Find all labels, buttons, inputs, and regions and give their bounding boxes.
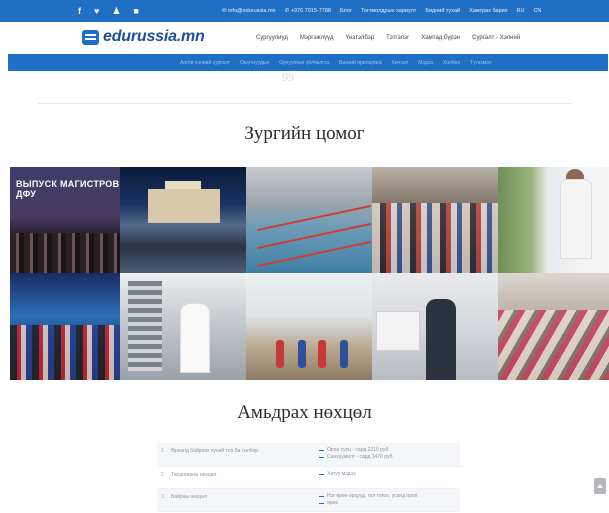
faded-quote: 99 [282, 70, 294, 84]
gallery-photo-swimming-pool[interactable] [246, 167, 372, 273]
group-shape [498, 310, 609, 380]
subnav-item[interactable]: Түгээмэл [470, 60, 491, 66]
player-shape [298, 340, 306, 368]
group-shape [372, 203, 498, 273]
gallery-photo-student-group[interactable] [372, 167, 498, 273]
row-value: Орон сууц - сард 2210 руб. [317, 447, 460, 454]
subnav-item[interactable]: Визний ярилцлага [339, 60, 381, 66]
gallery-title: Зургийн цомог [244, 123, 365, 144]
top-link-faq[interactable]: Тогтмолдрын хариулт [361, 8, 416, 14]
subnav-item[interactable]: Оюутнуудын [240, 60, 269, 66]
top-link-about[interactable]: Бидний тухай [425, 8, 460, 14]
subnav-item[interactable]: Орчуулгын үйлчилгээ [279, 60, 329, 66]
photo-caption: ВЫПУСК МАГИСТРОВ ДФУ [16, 179, 120, 199]
logo[interactable]: edurussia.mn [82, 28, 205, 46]
nav-cooperation[interactable]: Хамтад бүрэн [421, 35, 460, 41]
table-row: 2 Тасалгааны нөхцөл Хатуу мэдээ [157, 467, 460, 489]
gallery-photo-graduation[interactable]: ВЫПУСК МАГИСТРОВ ДФУ [10, 167, 120, 273]
conditions-title: Амьдрах нөхцөл [237, 402, 372, 423]
square-icon[interactable]: ■ [133, 0, 138, 22]
row-value: Нэг өрөө орцууд, гал тогоо, усанд орох [317, 493, 460, 500]
building-shape [148, 189, 220, 223]
subnav-item[interactable]: Англи хэлний сургалт [180, 60, 230, 66]
row-values: Хатуу мэдээ [317, 467, 460, 488]
subnav-item[interactable]: Хичээл [392, 60, 409, 66]
subnav-item[interactable]: Мэдээ [418, 60, 433, 66]
row-label: Тасалгааны нөхцөл [171, 472, 217, 478]
gallery-photo-chemistry-lab[interactable] [372, 273, 498, 380]
nav-language-course[interactable]: Сургалт - Хэлний [472, 35, 520, 41]
gallery-photo-lab-cleanroom[interactable] [120, 273, 246, 380]
divider [38, 103, 571, 104]
person-shape [180, 303, 210, 373]
gallery-photo-student-award[interactable] [498, 167, 609, 273]
photo-gallery: ВЫПУСК МАГИСТРОВ ДФУ [10, 167, 609, 380]
row-value: Хатуу мэдээ [317, 471, 460, 478]
player-shape [318, 340, 326, 368]
gallery-photo-building-night[interactable] [120, 167, 246, 273]
table-row: 3 Байрны нөхцөл Нэг өрөө орцууд, гал тог… [157, 489, 460, 512]
social-links: f ♥ ♟ ■ [78, 0, 139, 22]
nav-majors[interactable]: Мэргэжлүүд [300, 35, 334, 41]
crowd-shape [10, 233, 120, 273]
top-bar: f ♥ ♟ ■ ✉ info@edurussia.mn ✆ +976 7015-… [0, 0, 609, 22]
user-icon[interactable]: ♟ [112, 0, 120, 22]
person-shape [426, 299, 456, 380]
gallery-photo-stage-winners[interactable] [10, 273, 120, 380]
table-row: 1 Өрөөнд байрлах хүний тоо ба төлбөр Оро… [157, 443, 460, 467]
gallery-photo-basketball[interactable] [246, 273, 372, 380]
shelf-shape [376, 311, 420, 351]
email-link[interactable]: ✉ info@edurussia.mn [222, 8, 276, 14]
row-values: Орон сууц - сард 2210 руб. Санхүүжилт - … [317, 443, 460, 466]
row-number: 3 [161, 494, 164, 500]
lang-ru[interactable]: RU [516, 8, 524, 14]
logo-text: edurussia.mn [103, 28, 205, 45]
equipment-shape [128, 281, 162, 371]
row-number: 1 [161, 448, 164, 454]
person-shape [560, 179, 592, 259]
player-shape [276, 340, 284, 368]
row-label: Байрны нөхцөл [171, 494, 207, 500]
book-icon [82, 29, 99, 45]
row-value: өрөө [317, 500, 460, 507]
top-links: ✉ info@edurussia.mn ✆ +976 7015-7788 Бло… [222, 0, 541, 22]
subnav-item[interactable]: Холбоо [443, 60, 460, 66]
scroll-to-top-button[interactable] [594, 478, 606, 494]
conditions-table: 1 Өрөөнд байрлах хүний тоо ба төлбөр Оро… [157, 443, 460, 512]
nav-scholarship[interactable]: Тэтгэлэг [386, 35, 409, 41]
top-link-partner[interactable]: Хамтрах барих [469, 8, 507, 14]
player-shape [340, 340, 348, 368]
header: edurussia.mn Сургуулиуд Мэргэжлүүд Үнэтэ… [0, 22, 609, 54]
twitter-icon[interactable]: ♥ [94, 0, 99, 22]
facebook-icon[interactable]: f [78, 0, 81, 22]
row-value: Санхүүжилт - сард 1470 руб. [317, 454, 460, 461]
top-link-blog[interactable]: Блог [340, 8, 352, 14]
lang-cn[interactable]: CN [533, 8, 541, 14]
nav-schools[interactable]: Сургуулиуд [256, 35, 288, 41]
group-shape [10, 325, 120, 380]
phone-link[interactable]: ✆ +976 7015-7788 [285, 8, 331, 14]
nav-prices[interactable]: Үнэтэлбэр [346, 35, 375, 41]
page: f ♥ ♟ ■ ✉ info@edurussia.mn ✆ +976 7015-… [0, 0, 609, 513]
main-nav: Сургуулиуд Мэргэжлүүд Үнэтэлбэр Тэтгэлэг… [256, 22, 520, 54]
row-values: Нэг өрөө орцууд, гал тогоо, усанд орох ө… [317, 489, 460, 511]
sub-nav: Англи хэлний сургалт Оюутнуудын Орчуулгы… [8, 54, 608, 71]
row-number: 2 [161, 472, 164, 478]
row-label: Өрөөнд байрлах хүний тоо ба төлбөр [171, 448, 259, 454]
gallery-photo-classroom[interactable] [498, 273, 609, 380]
